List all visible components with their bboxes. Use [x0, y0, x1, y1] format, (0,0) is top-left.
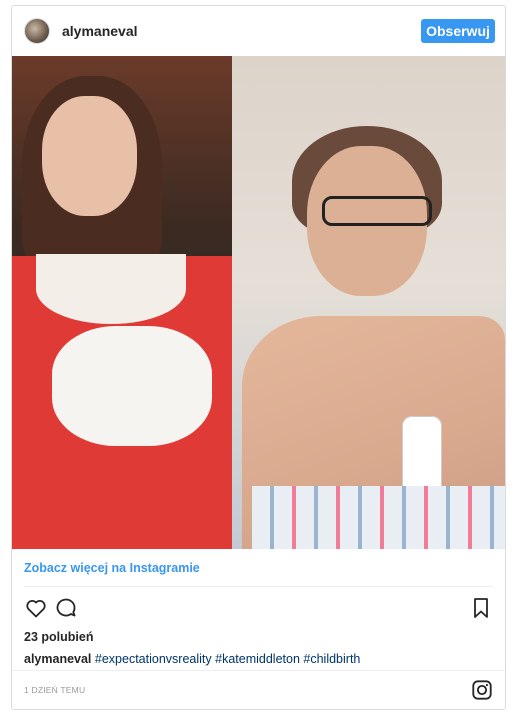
bookmark-icon[interactable]	[469, 596, 493, 620]
post-photo[interactable]	[12, 56, 505, 549]
divider	[24, 586, 493, 587]
photo-left-baby	[52, 326, 212, 446]
photo-left-panel	[12, 56, 232, 549]
instagram-embed-card: alymaneval Obserwuj Zobacz więcej na Ins…	[11, 5, 506, 710]
caption: alymaneval #expectationvsreality #katemi…	[24, 652, 360, 666]
heart-icon[interactable]	[24, 596, 48, 620]
photo-right-panel	[232, 56, 505, 549]
caption-username[interactable]: alymaneval	[24, 652, 91, 666]
username[interactable]: alymaneval	[62, 23, 138, 39]
comment-icon[interactable]	[54, 596, 78, 620]
post-header: alymaneval Obserwuj	[12, 6, 505, 56]
photo-left-face	[42, 96, 137, 216]
post-actions	[24, 596, 493, 620]
photo-right-blanket	[252, 486, 505, 549]
view-more-link[interactable]: Zobacz więcej na Instagramie	[24, 561, 200, 575]
avatar[interactable]	[24, 18, 50, 44]
likes-count[interactable]: 23 polubień	[24, 630, 93, 644]
hashtag[interactable]: #katemiddleton	[215, 652, 300, 666]
hashtag[interactable]: #childbirth	[303, 652, 360, 666]
photo-left-collar	[36, 254, 186, 324]
follow-button[interactable]: Obserwuj	[421, 19, 495, 43]
hashtag[interactable]: #expectationvsreality	[95, 652, 212, 666]
post-timestamp[interactable]: 1 DZIEŃ TEMU	[24, 685, 85, 695]
instagram-icon[interactable]	[471, 679, 493, 701]
photo-right-glasses	[322, 196, 432, 226]
footer-divider	[12, 670, 505, 671]
